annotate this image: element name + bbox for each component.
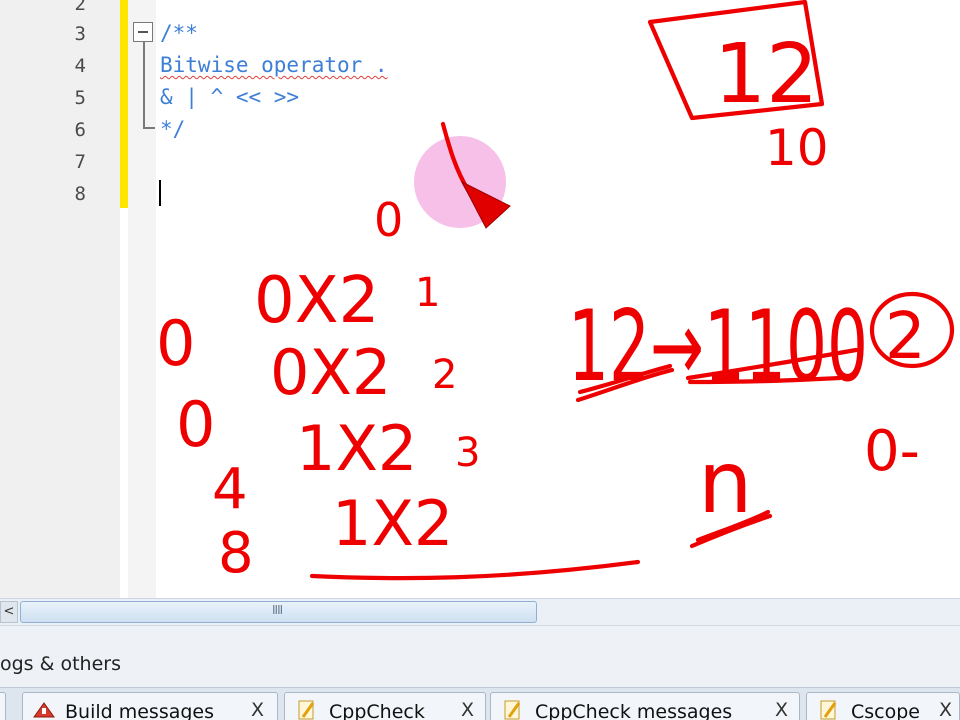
pointer-highlight: [414, 136, 506, 228]
line-number-gutter: 2 3 4 5 6 7 8: [0, 0, 120, 598]
line-number: 8: [74, 183, 86, 205]
ink-circled-digit: 2: [885, 300, 926, 374]
tab-label: CppCheck: [329, 701, 425, 720]
ink-power-term: 0X2: [254, 264, 379, 338]
tab-build-messages[interactable]: Build messages X: [22, 692, 278, 720]
logs-tab-bar: Build messages X CppCheck X CppCheck mes…: [0, 687, 960, 720]
tab-label: Build messages: [65, 701, 215, 720]
ink-power-exp: 1: [415, 270, 440, 316]
close-icon[interactable]: X: [251, 699, 264, 720]
ink-zero-top: 0: [374, 193, 403, 247]
ink-box-number: 12: [714, 27, 818, 122]
tab-label: CppCheck messages: [535, 701, 733, 720]
ink-left-digit: 8: [218, 521, 254, 586]
code-line[interactable]: /**: [160, 20, 198, 46]
cursor-arrow-icon: [460, 180, 511, 229]
scroll-left-button[interactable]: <: [0, 601, 18, 623]
ink-left-digit: 4: [212, 457, 248, 522]
ink-power-term: 1X2: [332, 487, 453, 560]
close-icon[interactable]: X: [461, 699, 474, 720]
ink-left-digit: 0: [156, 307, 195, 380]
line-number: 4: [74, 55, 86, 77]
ink-pointer-tail: [440, 121, 471, 193]
ink-underline: [577, 363, 673, 395]
close-icon[interactable]: X: [775, 699, 788, 720]
ink-below-box: 10: [765, 119, 829, 177]
horizontal-scrollbar[interactable]: < IIII: [0, 598, 960, 625]
scrollbar-grip-icon: IIII: [272, 603, 283, 617]
code-editor[interactable]: 2 3 4 5 6 7 8 /** Bitwise operator . & |…: [0, 0, 960, 598]
line-number: 6: [74, 119, 86, 141]
close-icon[interactable]: X: [939, 699, 952, 720]
text-caret: [159, 180, 161, 206]
ink-underline: [687, 375, 843, 385]
ink-power-term: 1X2: [296, 412, 417, 485]
fold-toggle-icon[interactable]: [133, 22, 153, 42]
line-number: 2: [74, 0, 86, 15]
tab-cppcheck-messages[interactable]: CppCheck messages X: [490, 692, 800, 720]
code-line[interactable]: */: [160, 116, 185, 142]
ink-box-stroke: [647, 0, 825, 121]
code-line[interactable]: & | ^ << >>: [160, 84, 299, 110]
logs-pane-title: ogs & others: [0, 653, 121, 675]
logs-pane-header: ogs & others: [0, 625, 960, 687]
line-number: 7: [74, 151, 86, 173]
ink-underline: [689, 513, 773, 549]
tab-left-partial[interactable]: [0, 692, 6, 720]
pencil-icon: [504, 700, 521, 720]
ink-power-exp: 3: [455, 430, 480, 476]
ink-partial: 0-: [864, 419, 920, 484]
tab-cscope[interactable]: Cscope X: [806, 692, 960, 720]
pencil-icon: [820, 700, 837, 720]
tab-cppcheck[interactable]: CppCheck X: [284, 692, 486, 720]
fold-margin: [128, 0, 156, 598]
ink-underline: [685, 347, 859, 381]
code-line[interactable]: Bitwise operator .: [160, 52, 388, 78]
ink-long-underline: [309, 559, 641, 581]
ink-power-exp: 2: [432, 352, 457, 398]
tab-label: Cscope: [851, 701, 920, 720]
ink-underline: [575, 367, 675, 403]
ink-circle: [869, 291, 955, 369]
change-bar: [120, 0, 128, 208]
fold-line: [143, 42, 145, 128]
ink-n-label: n: [698, 433, 753, 533]
line-number: 5: [74, 87, 86, 109]
fold-end: [143, 127, 155, 129]
ink-binary-expr: 12→1100: [568, 290, 868, 404]
pencil-icon: [298, 700, 315, 720]
ink-power-term: 0X2: [270, 336, 391, 409]
ink-left-digit: 0: [176, 388, 215, 461]
build-icon: [33, 702, 55, 718]
line-number: 3: [74, 23, 86, 45]
ink-underline: [695, 509, 771, 543]
